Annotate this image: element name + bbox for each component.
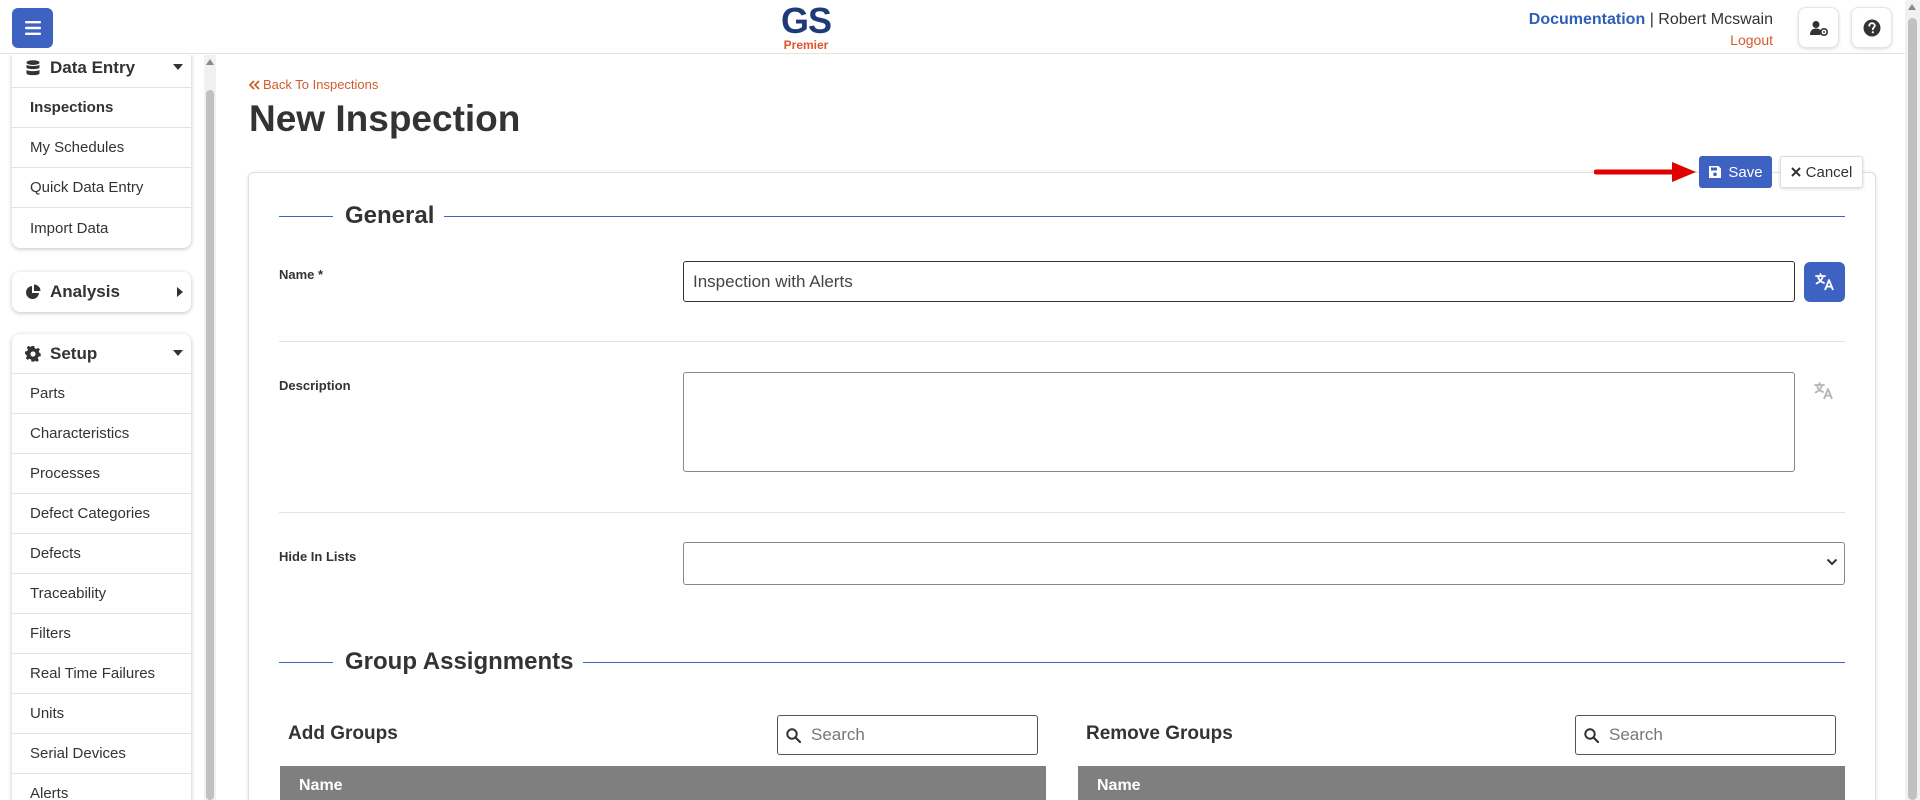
user-separator: | xyxy=(1649,11,1654,28)
sidebar-item-alerts[interactable]: Alerts xyxy=(12,774,191,800)
translate-name-button[interactable] xyxy=(1804,262,1845,302)
description-textarea[interactable] xyxy=(683,372,1795,472)
remove-groups-title: Remove Groups xyxy=(1086,723,1233,744)
hamburger-icon xyxy=(24,21,41,35)
window-scrollbar-thumb[interactable] xyxy=(1908,18,1917,800)
pie-chart-icon xyxy=(24,283,42,301)
sidebar-item-import-data[interactable]: Import Data xyxy=(12,208,191,248)
sidebar-item-real-time-failures[interactable]: Real Time Failures xyxy=(12,654,191,694)
name-input[interactable] xyxy=(683,261,1795,302)
search-icon xyxy=(1584,727,1599,743)
column-header-name[interactable]: Name xyxy=(299,777,343,795)
sidebar-group-header-data-entry[interactable]: Data Entry xyxy=(12,55,191,88)
section-header-group-assignments: Group Assignments xyxy=(279,647,1845,677)
sidebar-group-title: Analysis xyxy=(50,282,120,301)
search-icon xyxy=(786,727,801,743)
double-chevron-left-icon xyxy=(249,79,260,90)
back-to-inspections-link[interactable]: Back To Inspections xyxy=(249,77,378,92)
red-arrow-annotation xyxy=(1594,162,1696,182)
help-button[interactable] xyxy=(1851,7,1892,48)
chevron-down-icon xyxy=(1826,558,1838,566)
save-button-label: Save xyxy=(1728,163,1763,181)
hide-in-lists-label: Hide In Lists xyxy=(279,549,357,564)
database-icon xyxy=(24,59,42,77)
gear-icon xyxy=(24,345,42,363)
section-header-general: General xyxy=(279,201,1845,231)
sidebar-scrollbar-thumb[interactable] xyxy=(206,90,214,800)
sidebar-item-serial-devices[interactable]: Serial Devices xyxy=(12,734,191,774)
translate-description-button[interactable] xyxy=(1814,382,1834,405)
logo-main-text: GS xyxy=(780,0,832,41)
sidebar-item-processes[interactable]: Processes xyxy=(12,454,191,494)
close-icon xyxy=(1790,167,1801,177)
app-logo[interactable]: GS Premier xyxy=(776,0,836,52)
sidebar-item-my-schedules[interactable]: My Schedules xyxy=(12,128,191,168)
top-header: GS Premier Documentation | Robert Mcswai… xyxy=(0,0,1905,54)
sidebar-group-header-setup[interactable]: Setup xyxy=(12,334,191,374)
floppy-disk-icon xyxy=(1709,166,1722,178)
logout-link[interactable]: Logout xyxy=(1529,30,1773,50)
sidebar-group-setup: Setup Parts Characteristics Processes De… xyxy=(12,334,191,800)
hide-in-lists-select[interactable] xyxy=(683,542,1845,585)
user-settings-button[interactable] xyxy=(1798,7,1839,48)
sidebar-item-characteristics[interactable]: Characteristics xyxy=(12,414,191,454)
column-header-name[interactable]: Name xyxy=(1097,777,1141,795)
user-name: Robert Mcswain xyxy=(1658,11,1773,28)
sidebar-group-title: Setup xyxy=(50,343,98,363)
sidebar-group-header-analysis[interactable]: Analysis xyxy=(12,272,191,312)
sidebar-item-inspections[interactable]: Inspections xyxy=(12,88,191,128)
sidebar-item-defect-categories[interactable]: Defect Categories xyxy=(12,494,191,534)
logo-sub-text: Premier xyxy=(783,38,829,52)
back-link-label: Back To Inspections xyxy=(263,77,379,92)
save-button[interactable]: Save xyxy=(1699,156,1772,188)
remove-groups-table-header: Name xyxy=(1078,766,1845,800)
documentation-link[interactable]: Documentation xyxy=(1529,11,1645,28)
user-gear-icon xyxy=(1809,20,1828,36)
search-placeholder: Search xyxy=(811,725,865,744)
name-label: Name * xyxy=(279,267,324,282)
form-divider xyxy=(279,512,1845,513)
add-groups-table-header: Name xyxy=(280,766,1046,800)
remove-groups-search[interactable]: Search xyxy=(1575,715,1836,755)
window-scrollbar[interactable] xyxy=(1905,0,1920,800)
sidebar-scrollbar[interactable] xyxy=(204,55,216,800)
description-label: Description xyxy=(279,378,351,393)
scroll-up-arrow-icon[interactable] xyxy=(1908,4,1916,10)
cancel-button[interactable]: Cancel xyxy=(1780,156,1863,188)
cancel-button-label: Cancel xyxy=(1805,163,1853,181)
sidebar-item-quick-data-entry[interactable]: Quick Data Entry xyxy=(12,168,191,208)
translate-icon xyxy=(1814,382,1833,400)
sidebar-group-data-entry: Data Entry Inspections My Schedules Quic… xyxy=(12,55,191,248)
section-title: Group Assignments xyxy=(345,648,574,675)
sidebar-group-analysis: Analysis xyxy=(12,272,191,312)
caret-down-icon xyxy=(173,350,183,356)
caret-right-icon xyxy=(177,287,183,297)
translate-icon xyxy=(1814,273,1834,291)
menu-toggle-button[interactable] xyxy=(12,8,53,48)
search-placeholder: Search xyxy=(1609,725,1663,744)
sidebar: Data Entry Inspections My Schedules Quic… xyxy=(0,55,205,800)
sidebar-item-defects[interactable]: Defects xyxy=(12,534,191,574)
section-title: General xyxy=(345,202,435,229)
sidebar-item-units[interactable]: Units xyxy=(12,694,191,734)
scroll-up-arrow-icon[interactable] xyxy=(206,59,214,65)
add-groups-title: Add Groups xyxy=(288,723,398,744)
sidebar-group-title: Data Entry xyxy=(50,57,136,77)
sidebar-item-filters[interactable]: Filters xyxy=(12,614,191,654)
sidebar-item-parts[interactable]: Parts xyxy=(12,374,191,414)
question-circle-icon xyxy=(1863,19,1880,36)
user-area: Documentation | Robert Mcswain Logout xyxy=(1529,10,1773,50)
sidebar-item-traceability[interactable]: Traceability xyxy=(12,574,191,614)
add-groups-search[interactable]: Search xyxy=(777,715,1038,755)
caret-down-icon xyxy=(173,64,183,70)
page-title: New Inspection xyxy=(249,98,521,139)
form-divider xyxy=(279,341,1845,342)
